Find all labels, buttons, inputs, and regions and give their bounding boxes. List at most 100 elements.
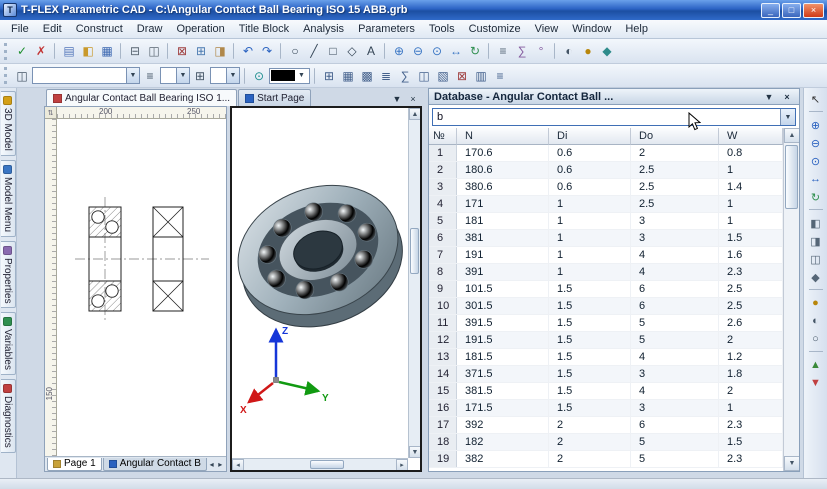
cell-Di[interactable]: 2 xyxy=(549,434,631,450)
cell-N[interactable]: 301.5 xyxy=(457,298,549,314)
cell-Di[interactable]: 1.5 xyxy=(549,281,631,297)
columns-button[interactable]: ◫ xyxy=(415,67,433,85)
cell-Di[interactable]: 0.6 xyxy=(549,162,631,178)
paste-button[interactable]: ◨ xyxy=(211,42,229,60)
page-tab-bearing[interactable]: Angular Contact B xyxy=(103,458,207,471)
menu-item[interactable]: Draw xyxy=(130,21,170,37)
save-button[interactable]: ▦ xyxy=(98,42,116,60)
vertical-scrollbar[interactable]: ▲ ▼ xyxy=(408,108,420,458)
line-scale-spinner[interactable]: ▼ xyxy=(210,67,240,84)
copy-button[interactable]: ⊞ xyxy=(192,42,210,60)
cell-Do[interactable]: 4 xyxy=(631,349,719,365)
chevron-down-icon[interactable]: ▼ xyxy=(295,70,308,82)
page-scroll-right-icon[interactable]: ▸ xyxy=(216,458,224,470)
close-button[interactable]: × xyxy=(803,3,824,18)
cell-Do[interactable]: 5 xyxy=(631,315,719,331)
window-titlebar[interactable]: T T-FLEX Parametric CAD - C:\Angular Con… xyxy=(0,0,827,20)
cell-W[interactable]: 2.3 xyxy=(719,264,783,280)
cell-N[interactable]: 391.5 xyxy=(457,315,549,331)
material-button[interactable]: ◆ xyxy=(598,42,616,60)
cell-N[interactable]: 380.6 xyxy=(457,179,549,195)
scroll-down-icon[interactable]: ▼ xyxy=(784,456,799,471)
shading-button[interactable]: ◐ xyxy=(560,42,578,60)
confirm-button[interactable]: ✓ xyxy=(13,42,31,60)
menu-item[interactable]: Edit xyxy=(36,21,69,37)
pattern-button[interactable]: ▧ xyxy=(434,67,452,85)
cell-Di[interactable]: 1 xyxy=(549,264,631,280)
rectangle-tool[interactable]: □ xyxy=(324,42,342,60)
menu-item[interactable]: Tools xyxy=(422,21,462,37)
table-row[interactable]: 2 180.6 0.6 2.5 1 xyxy=(429,162,783,179)
column-header[interactable]: N xyxy=(457,128,549,145)
color-picker[interactable]: ▼ xyxy=(269,68,310,84)
polygon-tool[interactable]: ◇ xyxy=(343,42,361,60)
delete-cell-button[interactable]: ⊠ xyxy=(453,67,471,85)
menu-item[interactable]: Title Block xyxy=(232,21,296,37)
table-row[interactable]: 13 181.5 1.5 4 1.2 xyxy=(429,349,783,366)
cell-Do[interactable]: 5 xyxy=(631,451,719,467)
table-button[interactable]: ▦ xyxy=(339,67,357,85)
sum-button[interactable]: ∑ xyxy=(396,67,414,85)
cut-button[interactable]: ⊠ xyxy=(173,42,191,60)
cell-Di[interactable]: 0.6 xyxy=(549,145,631,161)
scroll-up-icon[interactable]: ▲ xyxy=(409,108,421,120)
column-header[interactable]: № xyxy=(429,128,457,145)
show-element-button[interactable]: ▼ xyxy=(807,375,825,391)
scrollbar-thumb[interactable] xyxy=(785,145,798,209)
menu-item[interactable]: Help xyxy=(618,21,655,37)
cell-W[interactable]: 1.2 xyxy=(719,349,783,365)
open-document-button[interactable]: ◧ xyxy=(79,42,97,60)
redraw-button[interactable]: ↻ xyxy=(466,42,484,60)
cell-Di[interactable]: 1.5 xyxy=(549,400,631,416)
toolbar-grip[interactable] xyxy=(4,67,9,84)
cell-Do[interactable]: 3 xyxy=(631,366,719,382)
database-scrollbar[interactable]: ▲ ▼ xyxy=(783,128,799,471)
menu-item[interactable]: View xyxy=(528,21,566,37)
menu-item[interactable]: Analysis xyxy=(296,21,351,37)
scrollbar-thumb[interactable] xyxy=(310,460,344,469)
horizontal-ruler[interactable]: 200 250 xyxy=(57,107,226,119)
menu-item[interactable]: Customize xyxy=(462,21,528,37)
cell-Do[interactable]: 6 xyxy=(631,281,719,297)
cell-Do[interactable]: 2.5 xyxy=(631,179,719,195)
cancel-button[interactable]: ✗ xyxy=(32,42,50,60)
chevron-down-icon[interactable]: ▼ xyxy=(176,68,189,83)
cell-W[interactable]: 1 xyxy=(719,196,783,212)
cell-N[interactable]: 101.5 xyxy=(457,281,549,297)
rotate-view-button[interactable]: ↻ xyxy=(807,189,825,205)
table-grid-button[interactable]: ⊞ xyxy=(320,67,338,85)
cell-Do[interactable]: 2 xyxy=(631,145,719,161)
doc-tab-start-page[interactable]: Start Page xyxy=(238,89,311,106)
table-row[interactable]: 7 191 1 4 1.6 xyxy=(429,247,783,264)
angle-button[interactable]: ° xyxy=(532,42,550,60)
cell-W[interactable]: 1.4 xyxy=(719,179,783,195)
pan-button[interactable]: ↔ xyxy=(807,171,825,187)
scroll-left-icon[interactable]: ◂ xyxy=(232,459,244,471)
wireframe-mode-button[interactable]: ○ xyxy=(807,331,825,347)
cell-Di[interactable]: 1.5 xyxy=(549,349,631,365)
cell-Do[interactable]: 3 xyxy=(631,230,719,246)
rows-button[interactable]: ▥ xyxy=(472,67,490,85)
circle-tool[interactable]: ○ xyxy=(286,42,304,60)
cell-Di[interactable]: 1 xyxy=(549,196,631,212)
sidebar-tab-model-menu[interactable]: Model Menu xyxy=(1,160,16,237)
scroll-right-icon[interactable]: ▸ xyxy=(396,459,408,471)
cell-W[interactable]: 2.5 xyxy=(719,298,783,314)
globe-icon[interactable]: ⊙ xyxy=(250,67,268,85)
viewport-3d[interactable]: Z X Y ▲ ▼ ◂ ▸ xyxy=(230,106,422,472)
cell-N[interactable]: 392 xyxy=(457,417,549,433)
chevron-down-icon[interactable]: ▼ xyxy=(226,68,239,83)
cell-N[interactable]: 180.6 xyxy=(457,162,549,178)
zoom-all-button[interactable]: ⊙ xyxy=(428,42,446,60)
cell-W[interactable]: 1 xyxy=(719,162,783,178)
cell-W[interactable]: 1.5 xyxy=(719,434,783,450)
cell-W[interactable]: 0.8 xyxy=(719,145,783,161)
chevron-down-icon[interactable]: ▼ xyxy=(780,109,795,125)
cell-Di[interactable]: 2 xyxy=(549,451,631,467)
table-row[interactable]: 5 181 1 3 1 xyxy=(429,213,783,230)
cell-Di[interactable]: 0.6 xyxy=(549,179,631,195)
close-document-icon[interactable]: × xyxy=(406,92,420,106)
render-mode-button[interactable]: ● xyxy=(807,295,825,311)
redo-button[interactable]: ↷ xyxy=(258,42,276,60)
sidebar-tab-properties[interactable]: Properties xyxy=(1,241,16,309)
